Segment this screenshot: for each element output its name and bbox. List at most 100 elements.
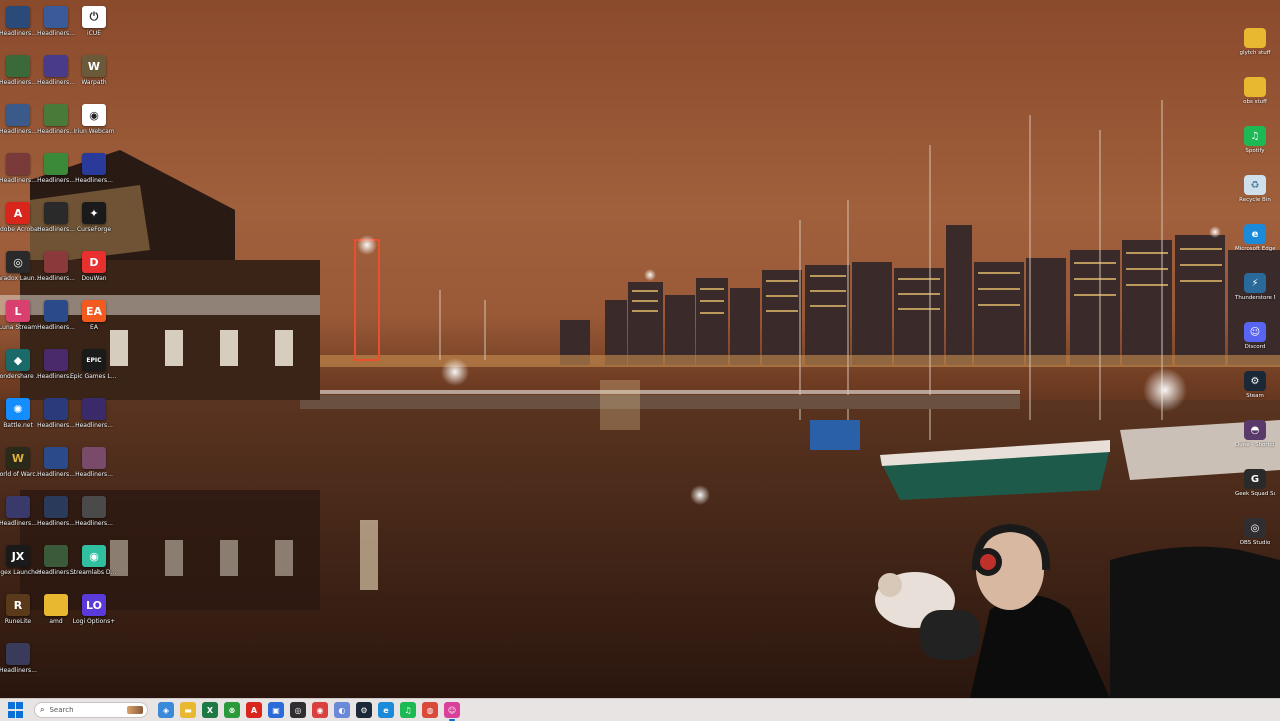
desktop-wallpaper	[0, 0, 1280, 698]
desktop-icon-label: Epic Games Launcher	[70, 373, 118, 380]
desktop-icon[interactable]: Headliners...	[74, 496, 114, 542]
desktop-icon[interactable]: Headliners...	[36, 55, 76, 101]
desktop-icon[interactable]: ✺ Battle.net	[0, 398, 38, 444]
desktop-icon[interactable]: Headliners...	[74, 153, 114, 199]
desktop-icon-label: Headliners...	[0, 667, 37, 674]
app-icon: e	[1244, 224, 1266, 244]
acrobat-icon[interactable]: A	[246, 702, 262, 718]
desktop-icon[interactable]: Headliners...	[36, 153, 76, 199]
search-input[interactable]: ⌕ Search	[34, 702, 148, 718]
desktop-icon[interactable]: D DouWan	[74, 251, 114, 297]
desktop-icon[interactable]: Headliners...	[0, 55, 38, 101]
desktop-icon-label: Discord	[1244, 344, 1266, 350]
desktop-icon[interactable]: Headliners...	[36, 104, 76, 150]
desktop-icon[interactable]: LO Logi Options+	[73, 594, 115, 640]
desktop-icon[interactable]: L Luna Stream	[0, 300, 38, 346]
desktop-icon[interactable]: W Warpath	[74, 55, 114, 101]
desktop-icon-label: Thunderstore Mod Mana...	[1235, 295, 1275, 301]
excel-icon[interactable]: X	[202, 702, 218, 718]
desktop-icon-label: Headliners...	[75, 422, 113, 429]
desktop-icon[interactable]: Headliners...	[36, 202, 76, 248]
chrome-icon[interactable]: ◍	[422, 702, 438, 718]
desktop-icon[interactable]: Headliners...	[36, 6, 76, 52]
desktop-icon-label: iCUE	[86, 30, 102, 37]
app-icon	[44, 594, 68, 616]
app-icon	[1244, 77, 1266, 97]
app-icon	[6, 55, 30, 77]
app-icon: ◉	[82, 104, 106, 126]
app-icon	[44, 202, 68, 224]
desktop-icon[interactable]: ◉ Iriun Webcam	[73, 104, 115, 150]
desktop-icon[interactable]: amd	[36, 594, 76, 640]
desktop-icon[interactable]: Headliners...	[0, 153, 38, 199]
desktop-icon[interactable]: G Geek Squad Support.exe	[1235, 469, 1275, 513]
app-icon: ◎	[6, 251, 30, 273]
desktop-icon[interactable]: Headliners...	[36, 349, 76, 395]
desktop-icon[interactable]: ⚙ Steam	[1237, 371, 1273, 415]
desktop-icon-label: Headliners...	[75, 520, 113, 527]
desktop-icon[interactable]: Headliners...	[0, 643, 38, 689]
taskbar-pinned-apps: ◈ ▬ X ⊗ A ▣ ◎ ◉ ◐ ⚙ e ♫ ◍ ☺	[152, 702, 460, 721]
desktop-icon[interactable]: Headliners...	[36, 496, 76, 542]
desktop-icon[interactable]: ⚡ Thunderstore Mod Mana...	[1235, 273, 1275, 317]
app-icon: ✺	[6, 398, 30, 420]
desktop-icon-label: Iriun Webcam	[73, 128, 115, 135]
app-icon: ♫	[1244, 126, 1266, 146]
app-icon	[44, 398, 68, 420]
desktop-icon[interactable]: ◎ OBS Studio	[1237, 518, 1273, 562]
windows-start-icon[interactable]	[8, 702, 24, 718]
desktop-icon[interactable]: e Microsoft Edge	[1235, 224, 1275, 268]
desktop-icon-label: Dune - Shortcut	[1235, 442, 1275, 448]
webcam-overlay	[875, 523, 1280, 698]
desktop-icon[interactable]: R RuneLite	[0, 594, 38, 640]
desktop-icon[interactable]: ◉ Streamlabs Desktop	[70, 545, 118, 591]
desktop-icon[interactable]: Headliners...	[36, 300, 76, 346]
obs-icon[interactable]: ◎	[290, 702, 306, 718]
desktop-icon-label: Streamlabs Desktop	[70, 569, 118, 576]
desktop-icon[interactable]: ◎Paradox Launcher v2	[0, 251, 42, 297]
desktop-icon-label: Headliners...	[75, 177, 113, 184]
app-icon	[44, 300, 68, 322]
app-icon	[44, 349, 68, 371]
desktop-icon[interactable]: ◓ Dune - Shortcut	[1235, 420, 1275, 464]
desktop-icon[interactable]: Headliners...	[74, 398, 114, 444]
desktop-icon[interactable]: ☺ Discord	[1237, 322, 1273, 366]
desktop-icon[interactable]: obs stuff	[1237, 77, 1273, 121]
desktop-icon[interactable]: glytch stuff	[1237, 28, 1273, 72]
app-icon[interactable]: ◐	[334, 702, 350, 718]
app-icon: LO	[82, 594, 106, 616]
desktop-icon[interactable]: EA EA	[74, 300, 114, 346]
xbox-icon[interactable]: ⊗	[224, 702, 240, 718]
app-icon: ◉	[82, 545, 106, 567]
desktop-icon[interactable]: ◆Wondershare Filmora 14	[0, 349, 42, 395]
store-icon[interactable]: ▣	[268, 702, 284, 718]
desktop-icon-label: Steam	[1246, 393, 1264, 399]
desktop-icon[interactable]: ♻ Recycle Bin	[1237, 175, 1273, 219]
desktop-icon[interactable]: Headliners...	[36, 398, 76, 444]
app-icon	[44, 251, 68, 273]
spotify-icon[interactable]: ♫	[400, 702, 416, 718]
desktop-icon[interactable]: Headliners...	[0, 104, 38, 150]
desktop-icon[interactable]: Headliners...	[74, 447, 114, 493]
desktop-icon[interactable]: Headliners...	[36, 545, 76, 591]
copilot-icon[interactable]: ◈	[158, 702, 174, 718]
desktop-icon[interactable]: A Adobe Acrobat	[0, 202, 40, 248]
desktop-icon[interactable]: ♫ Spotify	[1237, 126, 1273, 170]
desktop-icon[interactable]: Headliners...	[0, 496, 38, 542]
desktop-icon-label: Microsoft Edge	[1235, 246, 1275, 252]
app-icon	[6, 104, 30, 126]
desktop-icon[interactable]: Headliners...	[36, 251, 76, 297]
desktop-icon[interactable]: WWorld of Warcraft	[0, 447, 42, 493]
discord-icon[interactable]: ☺	[444, 702, 460, 721]
desktop-icon[interactable]: ⏻ iCUE	[74, 6, 114, 52]
screen-capture-icon[interactable]: ◉	[312, 702, 328, 718]
desktop-icon[interactable]: ✦ CurseForge	[74, 202, 114, 248]
desktop-icon[interactable]: JXJagex Launcher	[0, 545, 41, 591]
steam-icon[interactable]: ⚙	[356, 702, 372, 718]
app-icon: EA	[82, 300, 106, 322]
file-explorer-icon[interactable]: ▬	[180, 702, 196, 718]
edge-icon[interactable]: e	[378, 702, 394, 718]
desktop-icon[interactable]: Headliners...	[36, 447, 76, 493]
desktop-icon[interactable]: EPIC Epic Games Launcher	[70, 349, 118, 395]
desktop-icon[interactable]: Headliners...	[0, 6, 38, 52]
